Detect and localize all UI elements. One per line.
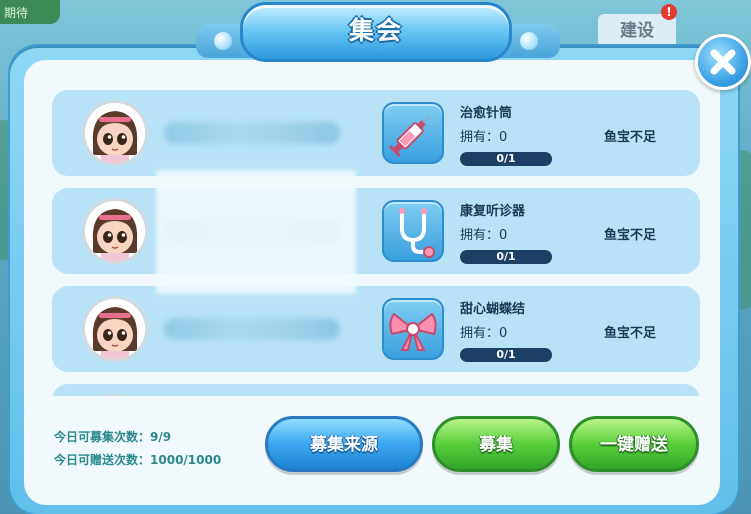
avatar [82, 100, 148, 166]
status-text: 鱼宝不足 [604, 228, 657, 243]
owned-label: 拥有： [460, 326, 500, 341]
alert-icon: ! [666, 5, 672, 19]
item-name: 治愈针筒 [460, 106, 513, 121]
owned-value: 0 [499, 326, 508, 341]
close-icon [710, 49, 736, 75]
progress-bar: 0/1 [460, 152, 552, 166]
gift-all-button[interactable]: 一键赠送 [569, 416, 699, 472]
background-corner-label: 期待 [0, 0, 60, 24]
blur-overlay [156, 170, 356, 294]
avatar [82, 296, 148, 362]
title-knob-icon [520, 32, 538, 50]
avatar-girl-icon [85, 299, 145, 359]
progress-bar: 0/1 [460, 250, 552, 264]
item-name: 甜心蝴蝶结 [460, 302, 526, 317]
player-name-blurred [164, 122, 340, 144]
daily-gift-label: 今日可赠送次数： [54, 453, 151, 467]
close-button[interactable] [695, 34, 751, 90]
alert-badge: ! [661, 4, 677, 20]
list-item: 治愈针筒 拥有：0 0/1 鱼宝不足 [52, 90, 700, 176]
recruit-button[interactable]: 募集 [432, 416, 560, 472]
avatar-girl-icon [85, 103, 145, 163]
owned-count: 拥有：0 [460, 224, 507, 243]
daily-recruit-value: 9/9 [150, 430, 172, 444]
owned-count: 拥有：0 [460, 126, 507, 145]
item-name: 康复听诊器 [460, 204, 526, 219]
list-item [52, 384, 700, 396]
syringe-icon [389, 116, 430, 157]
status-text: 鱼宝不足 [604, 130, 657, 145]
recruit-source-label: 募集来源 [310, 435, 378, 455]
daily-recruit-count: 今日可募集次数：9/9 [54, 428, 171, 445]
list-item: 康复听诊器 拥有：0 0/1 鱼宝不足 [52, 188, 700, 274]
progress-text: 0/1 [496, 152, 516, 165]
daily-gift-count: 今日可赠送次数：1000/1000 [54, 451, 221, 468]
owned-label: 拥有： [460, 228, 500, 243]
stethoscope-icon [399, 208, 435, 258]
avatar [82, 198, 148, 264]
owned-label: 拥有： [460, 130, 500, 145]
progress-text: 0/1 [496, 348, 516, 361]
background-build-label: 建设 [620, 21, 654, 41]
progress-bar: 0/1 [460, 348, 552, 362]
item-icon [382, 200, 444, 262]
owned-value: 0 [499, 228, 508, 243]
title-knob-icon [214, 32, 232, 50]
bow-icon [389, 312, 437, 351]
avatar-girl-icon [85, 201, 145, 261]
recruit-source-button[interactable]: 募集来源 [265, 416, 423, 472]
owned-value: 0 [499, 130, 508, 145]
list-item: 甜心蝴蝶结 拥有：0 0/1 鱼宝不足 [52, 286, 700, 372]
status-text: 鱼宝不足 [604, 326, 657, 341]
avatar [82, 394, 148, 396]
player-name-blurred [164, 318, 340, 340]
progress-text: 0/1 [496, 250, 516, 263]
recruit-label: 募集 [479, 435, 513, 455]
background-corner-text: 期待 [4, 6, 29, 20]
daily-gift-value: 1000/1000 [150, 453, 222, 467]
background-build-button: 建设 [598, 14, 676, 48]
dialog-title: 集会 [348, 16, 403, 45]
gift-all-label: 一键赠送 [600, 435, 668, 455]
owned-count: 拥有：0 [460, 322, 507, 341]
daily-recruit-label: 今日可募集次数： [54, 430, 151, 444]
item-icon [382, 298, 444, 360]
item-icon [382, 102, 444, 164]
recruit-list[interactable]: 治愈针筒 拥有：0 0/1 鱼宝不足 康复听诊器 拥有：0 0/1 鱼宝不足 甜… [52, 86, 700, 396]
